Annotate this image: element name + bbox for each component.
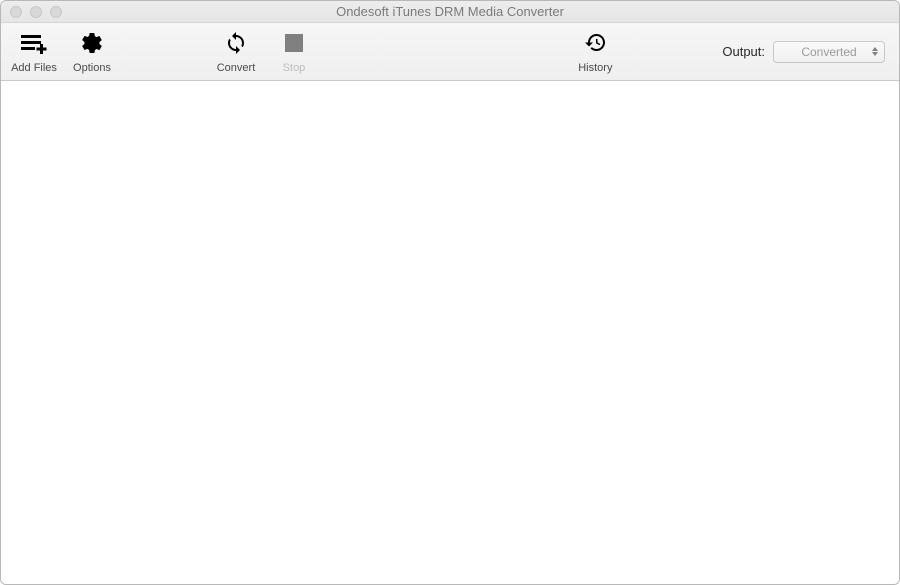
add-files-button[interactable]: Add Files — [7, 26, 61, 78]
toolbar-group-file: Add Files Options — [7, 26, 119, 78]
window-title: Ondesoft iTunes DRM Media Converter — [1, 4, 899, 19]
add-files-label: Add Files — [11, 62, 57, 74]
zoom-window-button[interactable] — [50, 6, 62, 18]
history-button[interactable]: History — [568, 26, 622, 78]
titlebar: Ondesoft iTunes DRM Media Converter — [1, 1, 899, 23]
app-window: Ondesoft iTunes DRM Media Converter Add … — [0, 0, 900, 585]
stop-button[interactable]: Stop — [267, 26, 321, 78]
gear-icon — [80, 28, 104, 58]
output-folder-select[interactable]: Converted — [773, 41, 885, 63]
file-list-area — [1, 81, 899, 584]
output-group: Output: Converted — [722, 41, 885, 63]
stop-icon — [285, 28, 303, 58]
history-label: History — [578, 62, 612, 74]
add-files-icon — [21, 28, 47, 58]
convert-label: Convert — [217, 62, 256, 74]
toolbar-group-convert: Convert Stop — [209, 26, 321, 78]
output-selected-value: Converted — [801, 45, 856, 59]
sync-icon — [224, 28, 248, 58]
convert-button[interactable]: Convert — [209, 26, 263, 78]
options-label: Options — [73, 62, 111, 74]
stop-label: Stop — [283, 62, 306, 74]
window-controls — [10, 6, 62, 18]
output-label: Output: — [722, 44, 765, 59]
toolbar: Add Files Options Convert — [1, 23, 899, 81]
close-window-button[interactable] — [10, 6, 22, 18]
select-stepper-icon — [872, 47, 878, 56]
options-button[interactable]: Options — [65, 26, 119, 78]
history-icon — [582, 28, 608, 58]
minimize-window-button[interactable] — [30, 6, 42, 18]
